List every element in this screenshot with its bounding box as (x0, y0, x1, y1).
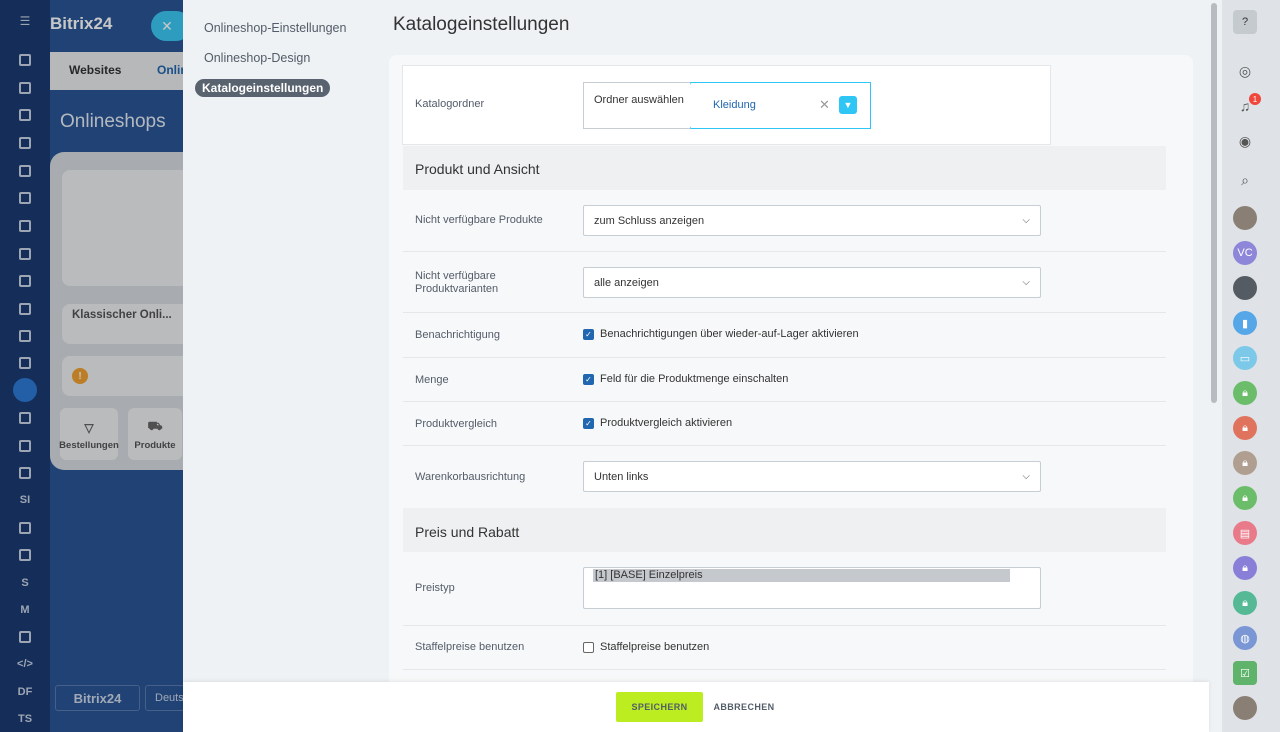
task-check-icon[interactable]: ☑ (1233, 661, 1257, 685)
divider (403, 312, 1166, 313)
chat-bubble-icon[interactable]: ▭ (1233, 346, 1257, 370)
tiered-prices-checkbox[interactable]: Staffelpreise benutzen (583, 641, 709, 653)
copilot-icon[interactable]: ◎ (1233, 59, 1257, 83)
tiered-prices-label: Staffelpreise benutzen (415, 641, 525, 653)
notification-checkbox[interactable]: ✓ Benachrichtigungen über wieder-auf-Lag… (583, 328, 859, 340)
cart-position-select[interactable]: Unten links ⌵ (583, 461, 1041, 492)
scrollbar-thumb[interactable] (1211, 3, 1217, 403)
quantity-checkbox[interactable]: ✓ Feld für die Produktmenge einschalten (583, 373, 788, 385)
section-price-title: Preis und Rabatt (415, 524, 520, 540)
help-icon[interactable]: ? (1233, 10, 1257, 34)
user-avatar-vc[interactable]: VC (1233, 241, 1257, 265)
divider (403, 357, 1166, 358)
divider (403, 625, 1166, 626)
user-avatar-1[interactable] (1233, 206, 1257, 230)
contact-card-icon[interactable]: ▤ (1233, 521, 1257, 545)
notification-badge: 1 (1249, 93, 1261, 105)
chevron-down-icon: ⌵ (1022, 277, 1030, 288)
divider (403, 401, 1166, 402)
chevron-down-icon: ⌵ (1022, 215, 1030, 226)
lock-icon[interactable]: 🔒︎ (1233, 451, 1257, 475)
divider (403, 445, 1166, 446)
cart-position-label: Warenkorbausrichtung (415, 471, 526, 483)
unavailable-variants-select[interactable]: alle anzeigen ⌵ (583, 267, 1041, 298)
selected-folder-value: Kleidung (713, 99, 756, 111)
side-item-catalog-settings[interactable]: Katalogeinstellungen (195, 79, 331, 97)
bookmark-icon[interactable]: ▮ (1233, 311, 1257, 335)
save-button[interactable]: SPEICHERN (616, 692, 703, 722)
lock-icon[interactable]: 🔒︎ (1233, 381, 1257, 405)
catalog-folder-label: Katalogordner (415, 98, 485, 110)
checkbox-checked-icon[interactable]: ✓ (583, 373, 594, 385)
unavailable-products-select[interactable]: zum Schluss anzeigen ⌵ (583, 205, 1041, 236)
group-icon[interactable]: ◍ (1233, 626, 1257, 650)
checkbox-checked-icon[interactable]: ✓ (583, 417, 594, 429)
price-type-label: Preistyp (415, 582, 455, 594)
side-item-shop-settings[interactable]: Onlineshop-Einstellungen (204, 21, 346, 35)
section-product-title: Produkt und Ansicht (415, 161, 540, 177)
checkbox-checked-icon[interactable]: ✓ (583, 328, 594, 340)
lock-icon[interactable]: 🔒︎ (1233, 591, 1257, 615)
side-item-shop-design[interactable]: Onlineshop-Design (204, 51, 310, 65)
clear-icon[interactable]: ✕ (819, 97, 830, 113)
divider (403, 251, 1166, 252)
messenger-icon[interactable]: ◉ (1233, 129, 1257, 153)
compare-checkbox[interactable]: ✓ Produktvergleich aktivieren (583, 417, 732, 429)
chevron-down-icon: ⌵ (1022, 471, 1030, 482)
divider (403, 669, 1166, 670)
quantity-label: Menge (415, 374, 449, 386)
checkbox-unchecked-icon[interactable] (583, 641, 594, 653)
lock-icon[interactable]: 🔒︎ (1233, 486, 1257, 510)
cancel-button[interactable]: ABBRECHEN (708, 692, 780, 722)
search-icon[interactable]: ⌕ (1233, 168, 1257, 192)
user-avatar-2[interactable] (1233, 276, 1257, 300)
chevron-down-icon[interactable]: ▼ (839, 96, 857, 114)
choose-folder-step[interactable]: Ordner auswählen (583, 82, 703, 129)
page-title: Katalogeinstellungen (393, 14, 570, 35)
unavailable-variants-label: Nicht verfügbare Produktvarianten (415, 270, 499, 295)
compare-label: Produktvergleich (415, 418, 497, 430)
lock-icon[interactable]: 🔒︎ (1233, 556, 1257, 580)
user-avatar-3[interactable] (1233, 696, 1257, 720)
lock-icon[interactable]: 🔒︎ (1233, 416, 1257, 440)
price-type-option[interactable]: [1] [BASE] Einzelpreis (593, 569, 1010, 582)
notification-label: Benachrichtigung (415, 329, 501, 341)
unavailable-products-label: Nicht verfügbare Produkte (415, 214, 543, 226)
